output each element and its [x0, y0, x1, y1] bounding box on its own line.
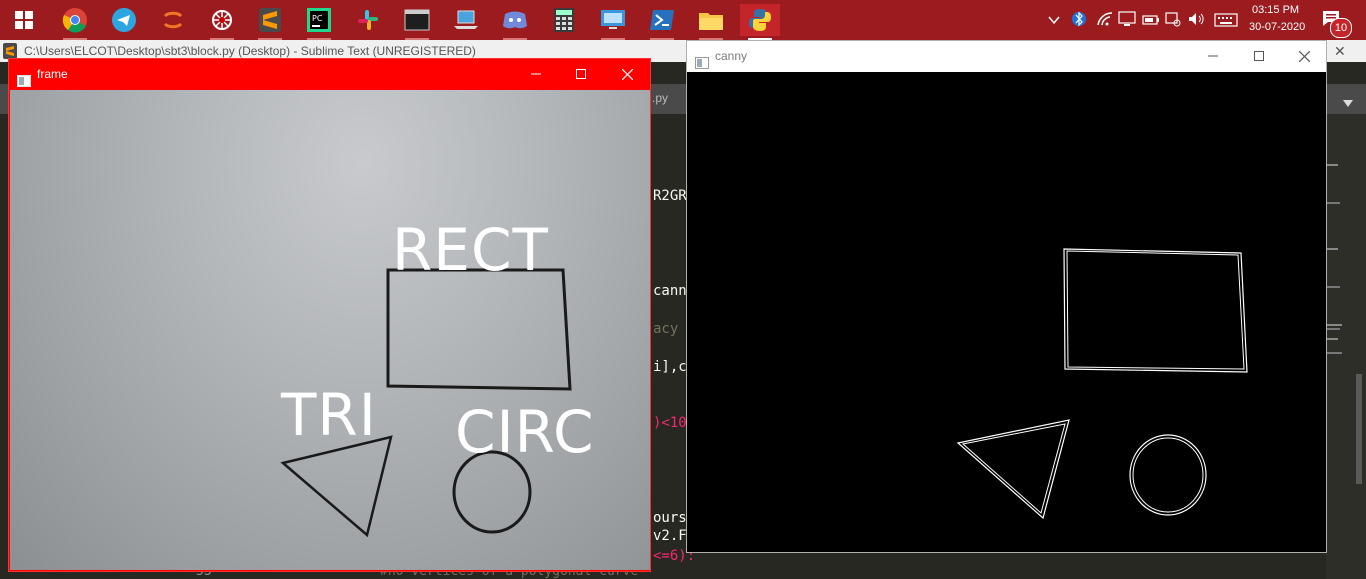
taskbar: PC 03:15 PM 30-07-2020 10: [0, 0, 1366, 40]
close-button[interactable]: [1281, 41, 1327, 71]
tri-label: TRI: [281, 381, 377, 449]
code-fragment: )<10: [653, 415, 687, 431]
minimap[interactable]: [1326, 114, 1366, 579]
slack-icon[interactable]: [348, 4, 388, 36]
wifi-icon[interactable]: [1096, 11, 1114, 31]
sublime-tab-label[interactable]: .py: [652, 91, 668, 105]
svg-text:PC: PC: [312, 14, 323, 23]
rectangle-shape: [386, 268, 572, 391]
code-fragment: ours: [653, 510, 687, 526]
canny-edge-image: [687, 72, 1326, 552]
telegram-icon[interactable]: [104, 4, 144, 36]
maximize-button[interactable]: [558, 59, 604, 89]
scrollbar-thumb[interactable]: [1356, 374, 1362, 484]
laptop-icon[interactable]: [446, 4, 486, 36]
rect-label: RECT: [392, 216, 549, 284]
discord-icon[interactable]: [495, 4, 535, 40]
file-explorer-icon[interactable]: [691, 4, 731, 40]
chrome-icon[interactable]: [55, 4, 95, 40]
canny-window-title: canny: [715, 49, 748, 63]
camera-frame-image: RECT TRI CIRC: [10, 90, 650, 570]
maximize-icon: [576, 69, 586, 79]
minimize-icon: [1208, 55, 1218, 57]
powershell-icon[interactable]: [642, 4, 682, 40]
spider-icon[interactable]: [202, 4, 242, 40]
volume-icon[interactable]: [1188, 11, 1206, 31]
network-icon[interactable]: [1165, 11, 1181, 31]
close-button[interactable]: [604, 59, 650, 89]
triangle-edge-inner: [961, 423, 1066, 514]
circle-edge-inner: [1132, 437, 1204, 513]
minimize-button[interactable]: [513, 59, 559, 89]
display-icon[interactable]: [1118, 11, 1136, 31]
drawn-shapes: [280, 268, 572, 538]
rectangle-edge: [1063, 248, 1248, 373]
clock-date[interactable]: 30-07-2020: [1249, 21, 1305, 33]
canny-window: canny: [686, 40, 1327, 553]
calculator-icon[interactable]: [544, 4, 584, 36]
bluetooth-icon[interactable]: [1072, 10, 1086, 32]
code-fragment: i],c: [653, 359, 687, 375]
maximize-icon: [1254, 51, 1264, 61]
python-icon[interactable]: [740, 4, 780, 40]
frame-title-bar[interactable]: frame: [9, 59, 650, 89]
battery-icon[interactable]: [1142, 12, 1160, 31]
keyboard-icon[interactable]: [1214, 12, 1238, 31]
maximize-button[interactable]: [1236, 41, 1282, 71]
rectangle-edge-inner: [1066, 250, 1245, 370]
edge-shapes: [956, 248, 1248, 520]
minimize-button[interactable]: [1190, 41, 1236, 71]
terminal-icon[interactable]: [397, 4, 437, 40]
clock-time[interactable]: 03:15 PM: [1252, 4, 1299, 16]
code-fragment: R2GR: [653, 188, 687, 204]
pycharm-icon[interactable]: PC: [299, 4, 339, 40]
code-fragment: cann: [653, 283, 687, 299]
sublime-close-icon[interactable]: ✕: [1334, 40, 1346, 62]
canny-title-bar[interactable]: canny: [687, 41, 1326, 71]
jupyter-icon[interactable]: [153, 4, 193, 36]
frame-window: frame RECT TRI CIRC: [8, 58, 651, 572]
notification-badge: 10: [1330, 18, 1352, 38]
circ-label: CIRC: [455, 398, 595, 466]
remote-desktop-icon[interactable]: [593, 4, 633, 40]
frame-window-title: frame: [37, 67, 68, 81]
minimize-icon: [531, 73, 541, 75]
code-fragment: v2.F: [653, 528, 687, 544]
triangle-shape: [280, 435, 393, 538]
circle-edge: [1129, 434, 1207, 516]
sublime-text-icon[interactable]: [250, 4, 290, 40]
close-icon: [621, 68, 633, 80]
tab-dropdown-icon[interactable]: [1342, 93, 1354, 112]
code-fragment: acy: [653, 321, 687, 337]
close-icon: [1298, 50, 1310, 62]
windows-start-icon[interactable]: [4, 4, 44, 36]
chevron-up-icon[interactable]: [1047, 12, 1061, 31]
